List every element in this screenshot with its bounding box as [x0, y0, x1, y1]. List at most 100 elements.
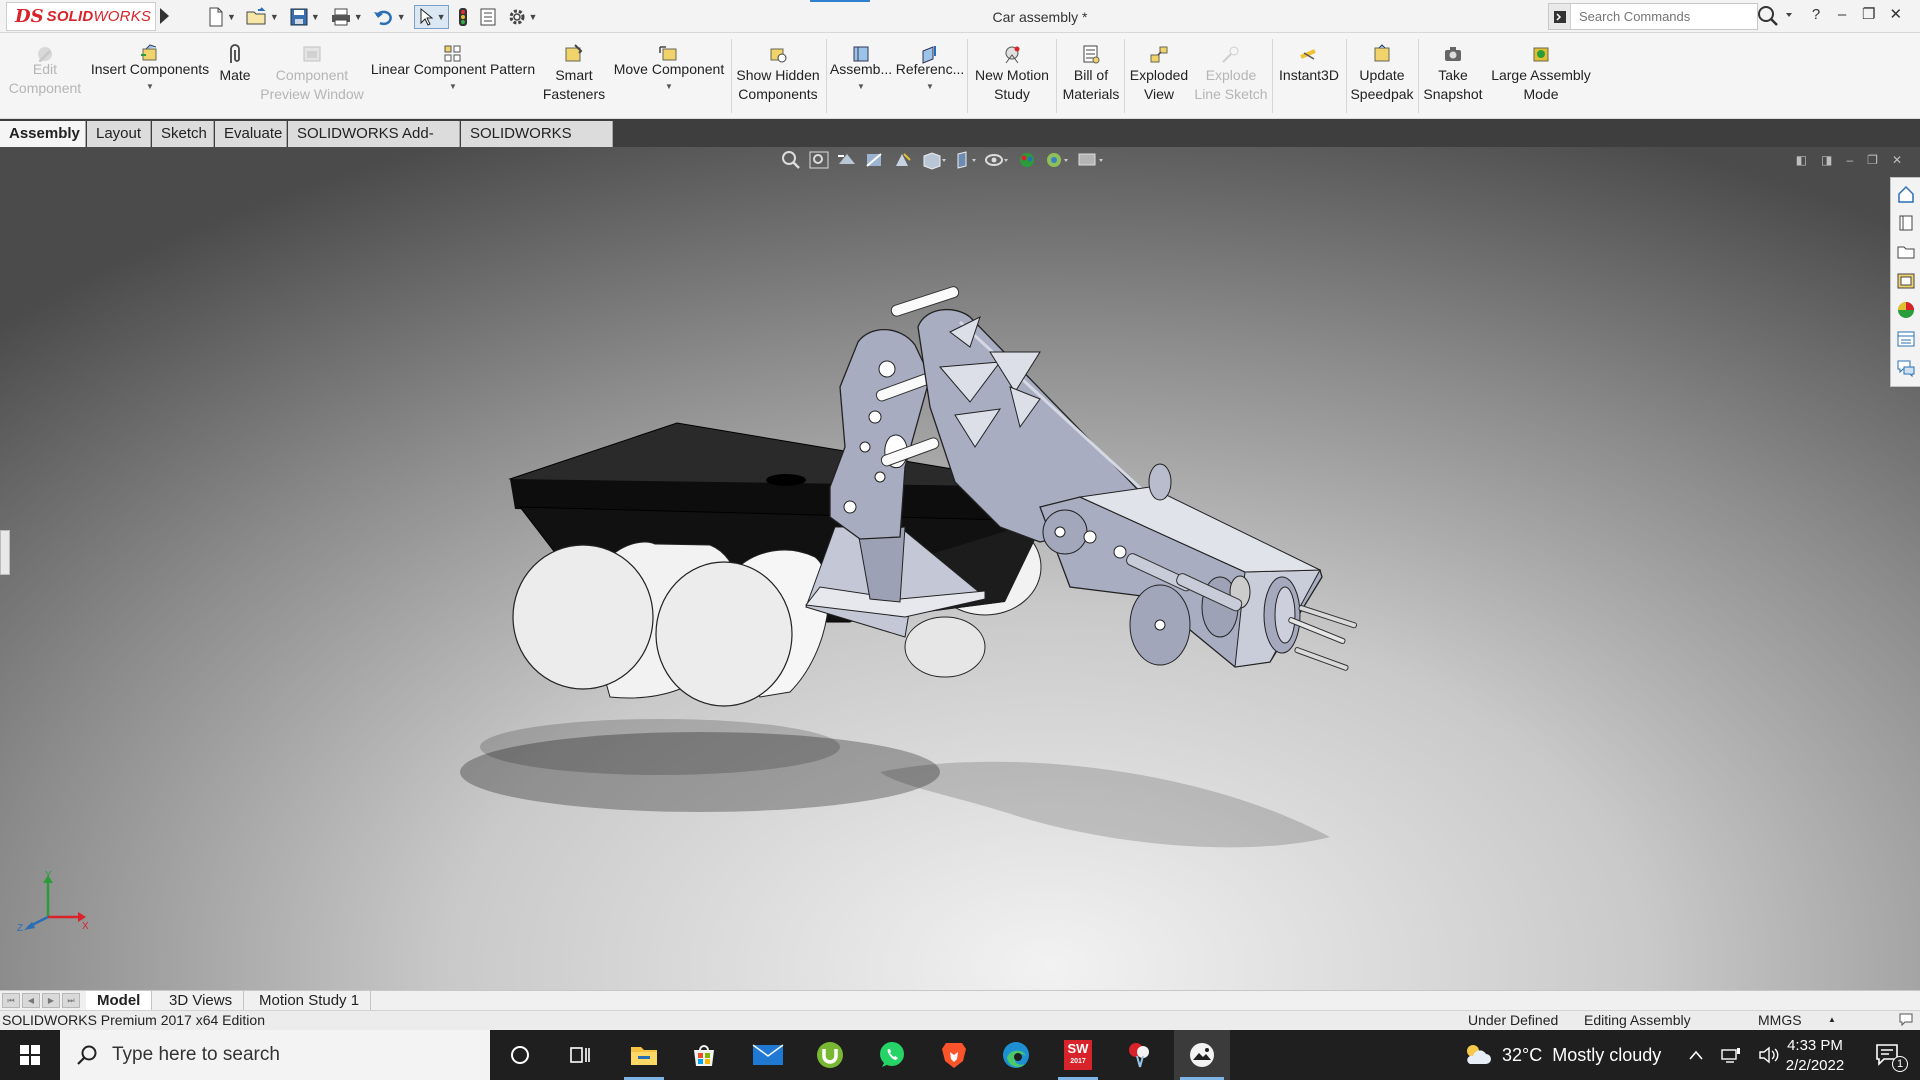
next-tab-icon[interactable]: ▶: [42, 993, 60, 1008]
large-assembly-mode-button[interactable]: Large Assembly Mode: [1486, 39, 1596, 104]
brave-lion-icon: [942, 1043, 966, 1068]
new-motion-study-button[interactable]: New Motion Study: [968, 39, 1056, 104]
exploded-view-button[interactable]: Exploded View: [1126, 39, 1192, 104]
tab-model[interactable]: Model: [86, 991, 153, 1011]
taskbar-brave-browser[interactable]: [928, 1030, 980, 1080]
smart-fasteners-button[interactable]: Smart Fasteners: [538, 39, 610, 104]
chevron-up-icon[interactable]: [1688, 1049, 1704, 1061]
linear-component-pattern-button[interactable]: Linear Component Pattern ▼: [368, 39, 538, 96]
windows-logo-icon: [20, 1045, 40, 1065]
close-button[interactable]: ✕: [1889, 5, 1902, 23]
cortana-button[interactable]: [494, 1030, 546, 1080]
store-bag-icon: [694, 1045, 714, 1066]
tab-3d-views[interactable]: 3D Views: [158, 991, 245, 1011]
taskbar-snipping-tool[interactable]: [1114, 1030, 1166, 1080]
edition-label: SOLIDWORKS Premium 2017 x64 Edition: [2, 1012, 265, 1028]
tab-motion-study-1[interactable]: Motion Study 1: [248, 991, 372, 1011]
speedpak-icon: [1374, 44, 1390, 62]
taskbar-utorrent[interactable]: [804, 1030, 856, 1080]
tab-layout[interactable]: Layout: [87, 121, 151, 147]
move-component-button[interactable]: Move Component ▼: [610, 39, 728, 96]
taskbar-photos-app[interactable]: [1174, 1030, 1230, 1080]
take-snapshot-button[interactable]: Take Snapshot: [1420, 39, 1486, 104]
ribbon-separator: [1418, 39, 1419, 113]
bill-of-materials-button[interactable]: Bill of Materials: [1058, 39, 1124, 104]
assembly-features-button[interactable]: Assemb... ▼: [828, 39, 894, 96]
taskbar-solidworks-2017[interactable]: SW 2017: [1052, 1030, 1104, 1080]
ribbon-separator: [1346, 39, 1347, 113]
mail-envelope-icon: [752, 1044, 784, 1065]
minimize-button[interactable]: –: [1836, 6, 1848, 23]
model-tabs-bar: ⏮ ◀ ▶ ⏭ Model 3D Views Motion Study 1: [0, 990, 1920, 1011]
insert-components-button[interactable]: Insert Components ▼: [88, 39, 212, 96]
weather-widget[interactable]: 32°C Mostly cloudy: [1462, 1030, 1661, 1080]
taskbar-whatsapp[interactable]: [866, 1030, 918, 1080]
taskbar-search-box[interactable]: Type here to search: [60, 1030, 490, 1080]
task-view-button[interactable]: [554, 1030, 606, 1080]
taskbar-microsoft-store[interactable]: [678, 1030, 730, 1080]
taskbar-clock[interactable]: 4:33 PM 2/2/2022: [1770, 1036, 1860, 1076]
explode-line-sketch-icon: [1222, 46, 1239, 63]
graphics-area[interactable]: ◧ ◨ – ❐ ✕ Y X Z: [0, 147, 1920, 990]
component-preview-window-button[interactable]: Component Preview Window: [256, 39, 368, 104]
tab-solidworks-mbd[interactable]: SOLIDWORKS MBD: [461, 121, 613, 167]
robot-car-assembly-model[interactable]: [0, 147, 1920, 990]
chevron-down-icon[interactable]: ▼: [926, 77, 934, 96]
explode-line-sketch-button[interactable]: Explode Line Sketch: [1192, 39, 1270, 104]
show-hidden-components-button[interactable]: Show Hidden Components: [732, 39, 824, 104]
bill-of-materials-icon: [1083, 45, 1100, 64]
exploded-view-icon: [1150, 46, 1168, 63]
title-accent-line: [810, 0, 870, 2]
ribbon-separator: [1124, 39, 1125, 113]
status-chat-icon[interactable]: [1898, 1011, 1914, 1032]
whatsapp-icon: [880, 1042, 904, 1067]
utorrent-icon: [817, 1042, 843, 1068]
taskbar-edge-browser[interactable]: [990, 1030, 1042, 1080]
ribbon-separator: [1056, 39, 1057, 113]
instant3d-icon: [1300, 49, 1316, 60]
windows-taskbar: Type here to search SW 2017 32°C Mostly …: [0, 1030, 1920, 1080]
start-button[interactable]: [0, 1030, 60, 1080]
file-explorer-icon: [631, 1047, 657, 1065]
chevron-down-icon[interactable]: ▼: [449, 77, 457, 96]
update-speedpak-button[interactable]: Update Speedpak: [1348, 39, 1416, 104]
mate-button[interactable]: Mate: [212, 39, 258, 85]
reference-geometry-button[interactable]: Referenc... ▼: [896, 39, 964, 96]
search-icon[interactable]: [1756, 4, 1796, 33]
unit-system-caret-icon[interactable]: ▲: [1828, 1011, 1836, 1029]
search-commands-box[interactable]: [1548, 3, 1758, 30]
chevron-down-icon[interactable]: ▼: [146, 77, 154, 96]
instant3d-button[interactable]: Instant3D: [1274, 39, 1344, 85]
first-tab-icon[interactable]: ⏮: [2, 993, 20, 1008]
camera-icon: [1445, 47, 1461, 61]
show-hidden-icon: [770, 48, 787, 63]
restore-button[interactable]: ❐: [1862, 5, 1875, 23]
tab-sketch[interactable]: Sketch: [152, 121, 214, 147]
preview-window-icon: [303, 46, 321, 62]
command-search-icon[interactable]: [1549, 4, 1571, 29]
command-manager-tabs: Assembly Layout Sketch Evaluate SOLIDWOR…: [0, 119, 1920, 167]
reference-triad: Y X Z: [17, 870, 89, 933]
title-bar: DS SOLIDWORKS ▼ ▼ ▼ ▼ ▼ ▼ ▼ Car assembly…: [0, 0, 1920, 33]
triad-y-label: Y: [45, 870, 52, 881]
cortana-circle-icon: [511, 1046, 529, 1064]
task-view-icon: [570, 1047, 590, 1063]
help-icon[interactable]: ?: [1810, 6, 1822, 23]
chevron-down-icon[interactable]: ▼: [857, 77, 865, 96]
taskbar-mail[interactable]: [742, 1030, 794, 1080]
tab-assembly[interactable]: Assembly: [0, 121, 86, 147]
chevron-down-icon[interactable]: ▼: [665, 77, 673, 96]
previous-tab-icon[interactable]: ◀: [22, 993, 40, 1008]
search-icon: [77, 1045, 97, 1065]
editing-mode-status: Editing Assembly: [1584, 1012, 1691, 1028]
action-center-button[interactable]: 1: [1860, 1030, 1916, 1080]
tab-solidworks-addins[interactable]: SOLIDWORKS Add-Ins: [288, 121, 460, 167]
unit-system-selector[interactable]: MMGS: [1758, 1011, 1802, 1030]
edit-component-button[interactable]: Edit Component: [8, 39, 82, 98]
last-tab-icon[interactable]: ⏭: [62, 993, 80, 1008]
definition-status: Under Defined: [1468, 1012, 1559, 1028]
search-input[interactable]: [1571, 9, 1721, 24]
network-icon[interactable]: [1720, 1046, 1742, 1064]
taskbar-file-explorer[interactable]: [618, 1030, 670, 1080]
tab-evaluate[interactable]: Evaluate: [215, 121, 287, 147]
